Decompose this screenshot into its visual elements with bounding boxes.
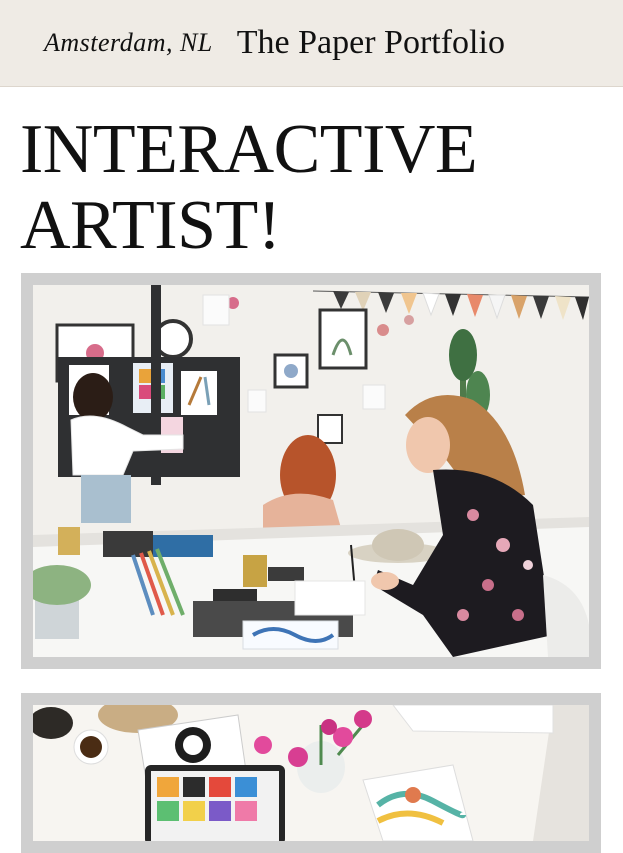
featured-photo-frame	[21, 273, 601, 669]
desk-flowers-illustration	[33, 705, 589, 841]
site-header: Amsterdam, NL The Paper Portfolio	[0, 0, 623, 87]
brand-logo-link[interactable]: The Paper Portfolio	[237, 24, 505, 62]
artists-studio-illustration	[33, 285, 589, 657]
artists-studio-photo[interactable]	[33, 285, 589, 657]
desk-flowers-photo[interactable]	[33, 705, 589, 841]
page-title: INTERACTIVE ARTIST!	[20, 111, 478, 264]
location-label: Amsterdam, NL	[44, 28, 213, 57]
secondary-photo-frame	[21, 693, 601, 853]
